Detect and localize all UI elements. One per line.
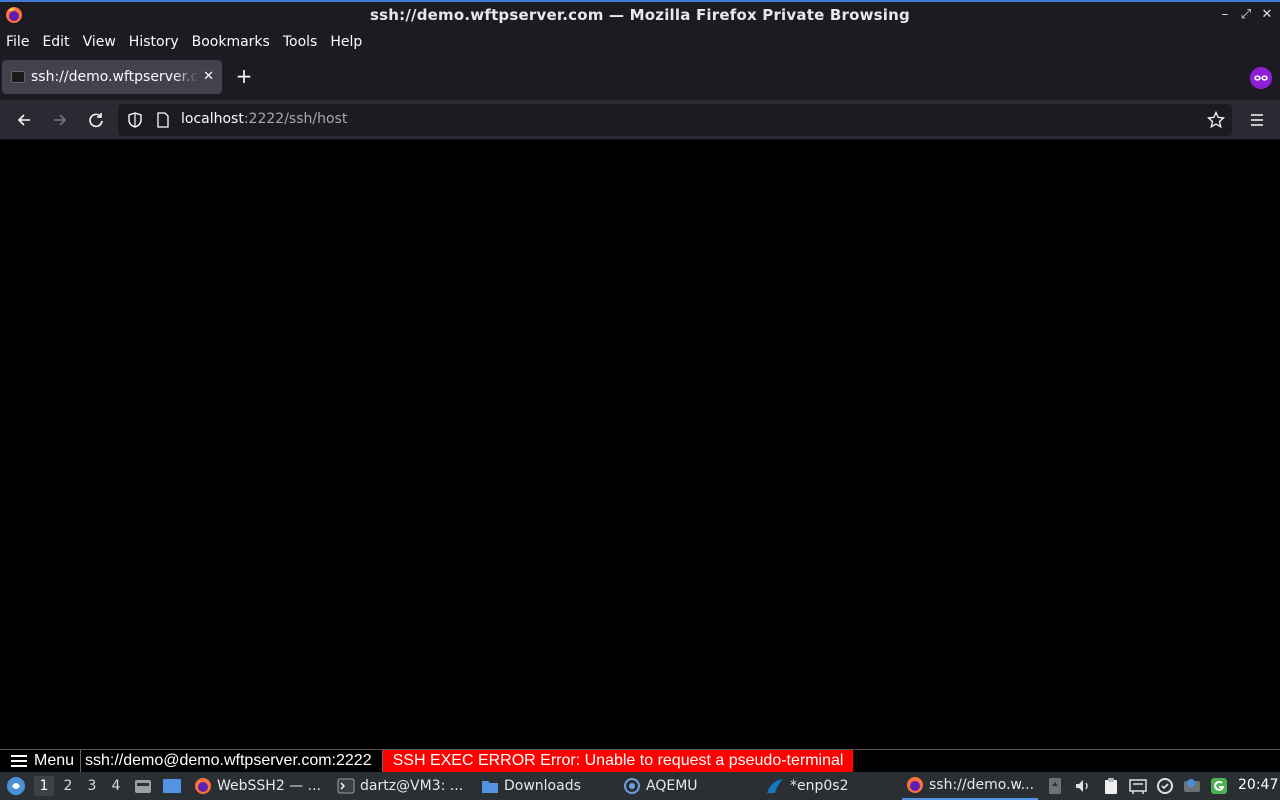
- url-host: localhost: [181, 111, 244, 127]
- ssh-host-status: ssh://demo@demo.wftpserver.com:2222: [81, 750, 383, 772]
- window-titlebar: ssh://demo.wftpserver.com — Mozilla Fire…: [0, 0, 1280, 29]
- notification-icon[interactable]: [1183, 777, 1201, 795]
- folder-icon: [482, 781, 498, 793]
- new-tab-button[interactable]: +: [234, 66, 254, 86]
- firefox-icon: [195, 778, 211, 794]
- address-bar[interactable]: localhost:2222/ssh/host: [118, 104, 1232, 136]
- url-path: :2222/ssh/host: [243, 111, 348, 127]
- task-firefox-ssh[interactable]: ssh://demo.w...: [902, 772, 1038, 800]
- terminal-favicon-icon: [11, 71, 25, 83]
- update-manager-icon[interactable]: [1156, 777, 1174, 795]
- show-desktop-icon[interactable]: [162, 777, 182, 795]
- tab-active[interactable]: ssh://demo.wftpserver.com ✕: [2, 60, 222, 94]
- minimize-button[interactable]: –: [1217, 7, 1233, 23]
- hamburger-icon: [11, 755, 27, 767]
- terminal-area[interactable]: [0, 141, 1280, 749]
- workspace-2[interactable]: 2: [58, 776, 78, 796]
- back-icon[interactable]: [13, 109, 35, 131]
- webssh-menu-button[interactable]: Menu: [0, 750, 81, 772]
- terminal-icon: [337, 778, 355, 794]
- menubar: File Edit View History Bookmarks Tools H…: [0, 29, 1280, 54]
- menu-help[interactable]: Help: [330, 34, 362, 50]
- private-browsing-icon: [1250, 67, 1272, 89]
- workspace-4[interactable]: 4: [106, 776, 126, 796]
- bookmark-star-icon[interactable]: [1207, 111, 1225, 129]
- file-manager-launcher-icon[interactable]: [134, 777, 152, 795]
- tab-strip: ssh://demo.wftpserver.com ✕ +: [0, 54, 1280, 100]
- menu-tools[interactable]: Tools: [283, 34, 318, 50]
- clipboard-icon[interactable]: [1102, 777, 1120, 795]
- task-label: dartz@VM3: ...: [360, 778, 464, 794]
- task-label: *enp0s2: [790, 778, 849, 794]
- task-terminal[interactable]: dartz@VM3: ...: [337, 772, 463, 800]
- close-window-button[interactable]: ✕: [1259, 7, 1275, 23]
- tab-close-icon[interactable]: ✕: [203, 69, 214, 84]
- task-aqemu[interactable]: AQEMU: [623, 772, 698, 800]
- taskbar: 1 2 3 4 WebSSH2 — ... dartz@VM3: ... Dow…: [0, 772, 1280, 800]
- tab-title: ssh://demo.wftpserver.com: [31, 69, 199, 85]
- url-text[interactable]: localhost:2222/ssh/host: [181, 111, 347, 127]
- webssh-status-bar: Menu ssh://demo@demo.wftpserver.com:2222…: [0, 749, 1280, 772]
- navigation-toolbar: localhost:2222/ssh/host: [0, 100, 1280, 140]
- workspace-1[interactable]: 1: [34, 776, 54, 796]
- menu-file[interactable]: File: [6, 34, 29, 50]
- task-label: WebSSH2 — ...: [217, 778, 321, 794]
- maximize-button[interactable]: ⤢: [1238, 7, 1254, 23]
- menu-edit[interactable]: Edit: [42, 34, 69, 50]
- task-label: AQEMU: [646, 778, 698, 794]
- task-label: ssh://demo.w...: [929, 777, 1035, 793]
- window-title: ssh://demo.wftpserver.com — Mozilla Fire…: [370, 6, 910, 24]
- firefox-icon: [907, 777, 923, 793]
- clock[interactable]: 20:47: [1238, 777, 1278, 793]
- start-menu-icon[interactable]: [6, 776, 26, 796]
- task-downloads[interactable]: Downloads: [481, 772, 581, 800]
- page-info-icon[interactable]: [154, 111, 172, 129]
- task-webssh2[interactable]: WebSSH2 — ...: [194, 772, 321, 800]
- menu-view[interactable]: View: [83, 34, 116, 50]
- workspace-3[interactable]: 3: [82, 776, 102, 796]
- webssh-menu-label: Menu: [34, 752, 75, 769]
- task-label: Downloads: [504, 778, 581, 794]
- storage-tray-icon[interactable]: [1047, 777, 1063, 795]
- tracking-shield-icon[interactable]: [126, 111, 144, 129]
- menu-history[interactable]: History: [129, 34, 179, 50]
- app-menu-icon[interactable]: [1246, 109, 1268, 131]
- forward-icon[interactable]: [49, 109, 71, 131]
- aqemu-icon: [624, 778, 640, 794]
- task-wireshark[interactable]: *enp0s2: [765, 772, 848, 800]
- reload-icon[interactable]: [85, 109, 107, 131]
- network-icon[interactable]: [1129, 777, 1147, 795]
- ssh-error-message: SSH EXEC ERROR Error: Unable to request …: [382, 750, 854, 772]
- menu-bookmarks[interactable]: Bookmarks: [192, 34, 270, 50]
- wireshark-icon: [767, 779, 783, 793]
- green-app-tray-icon[interactable]: [1210, 777, 1228, 795]
- volume-icon[interactable]: [1074, 777, 1092, 795]
